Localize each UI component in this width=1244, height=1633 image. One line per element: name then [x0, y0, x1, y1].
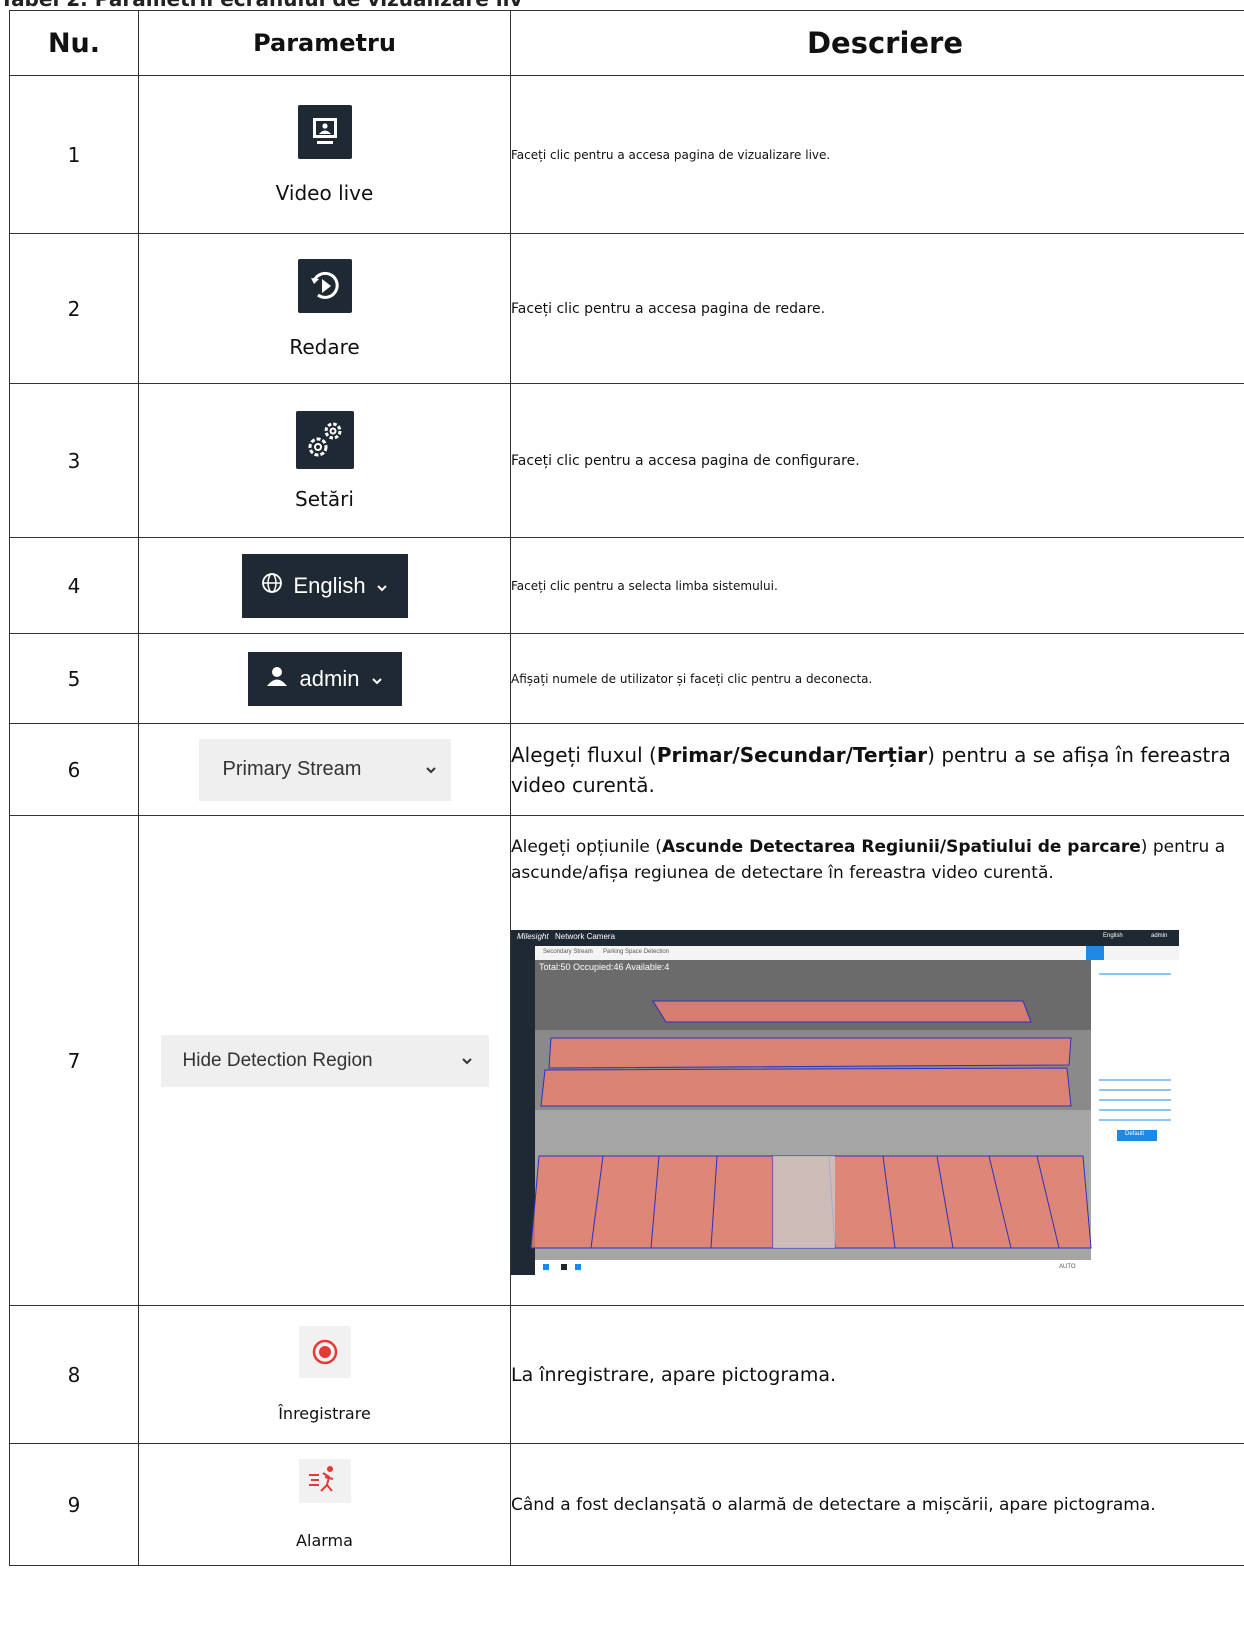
- chevron-down-icon: [376, 573, 388, 599]
- header-number: Nu.: [9, 10, 139, 76]
- table-row: 7 Hide Detection Region Alegeți opțiunil…: [9, 815, 1244, 1306]
- parameter-label: Redare: [289, 334, 360, 359]
- gears-icon[interactable]: [295, 410, 354, 469]
- row-number: 8: [9, 1305, 139, 1444]
- user-icon: [266, 665, 288, 693]
- record-icon: [298, 1326, 351, 1378]
- detection-region-label: Hide Detection Region: [182, 1049, 373, 1071]
- language-label: English: [293, 572, 366, 598]
- row-number: 3: [9, 383, 139, 538]
- table-row: 5 admin Afișați numele de utilizator și: [9, 633, 1244, 724]
- parameter-cell: Primary Stream: [138, 723, 511, 816]
- screenshot-auto: AUTO: [1059, 1264, 1076, 1270]
- chevron-down-icon: [371, 666, 383, 692]
- row-number: 1: [9, 75, 139, 234]
- chevron-down-icon: [425, 758, 437, 781]
- table-row: 2 Redare Faceți clic pentru a accesa pag…: [9, 233, 1244, 384]
- description-cell: Faceți clic pentru a selecta limba siste…: [510, 537, 1244, 634]
- parameter-cell: Redare: [138, 233, 511, 384]
- user-button[interactable]: admin: [247, 651, 402, 706]
- globe-icon: [261, 572, 283, 600]
- parameter-cell: Setări: [138, 383, 511, 538]
- table-row: 3 Setări Faceți clic pentru a accesa pag…: [9, 383, 1244, 538]
- description-cell: Când a fost declanșată o alarmă de detec…: [510, 1443, 1244, 1566]
- header-description: Descriere: [510, 10, 1244, 76]
- parameter-cell: Video live: [138, 75, 511, 234]
- screenshot-title: Network Camera: [555, 932, 616, 941]
- chevron-down-icon: [461, 1050, 473, 1072]
- table-row: 8 Înregistrare La înregistrare, apare pi…: [9, 1305, 1244, 1444]
- description-cell: Faceți clic pentru a accesa pagina de co…: [510, 383, 1244, 538]
- description-text: Alegeți opțiunile (Ascunde Detectarea Re…: [511, 837, 1226, 883]
- parameter-cell: English: [138, 537, 511, 634]
- table-row: 6 Primary Stream Alegeți fluxul (Primar/…: [9, 723, 1244, 816]
- screenshot-user: admin: [1151, 933, 1168, 939]
- description-cell: La înregistrare, apare pictograma.: [510, 1305, 1244, 1444]
- description-cell: Faceți clic pentru a accesa pagina de vi…: [510, 75, 1244, 234]
- screenshot-stream: Secondary Stream: [543, 949, 593, 955]
- parameter-label: Setări: [295, 486, 354, 511]
- screenshot-default-button: Default: [1125, 1131, 1145, 1137]
- screenshot-brand: Milesight: [517, 932, 549, 941]
- row-number: 6: [9, 723, 139, 816]
- row-number: 4: [9, 537, 139, 634]
- table-row: 1 Video live Faceți clic pentru a accesa…: [9, 75, 1244, 234]
- description-cell: Afișați numele de utilizator și faceți c…: [510, 633, 1244, 724]
- screenshot-overlay: Total:50 Occupied:46 Available:4: [539, 962, 670, 972]
- language-button[interactable]: English: [241, 553, 408, 618]
- parameter-label: Video live: [275, 180, 374, 205]
- parameter-cell: Înregistrare: [138, 1305, 511, 1444]
- parameter-cell: Hide Detection Region: [138, 815, 511, 1306]
- parameter-label: Înregistrare: [278, 1404, 371, 1423]
- playback-icon[interactable]: [297, 258, 352, 313]
- camera-ui-screenshot: Milesight Network Camera English admin S…: [511, 930, 1179, 1275]
- stream-dropdown[interactable]: Primary Stream: [198, 738, 451, 801]
- detection-region-dropdown[interactable]: Hide Detection Region: [160, 1034, 489, 1087]
- table-row: 9 Alarma Când a fost declanșată o alarmă…: [9, 1443, 1244, 1566]
- description-cell: Alegeți fluxul (Primar/Secundar/Terțiar)…: [510, 723, 1244, 816]
- motion-alarm-icon: [298, 1459, 351, 1503]
- screenshot-lang: English: [1103, 933, 1123, 939]
- parameter-label: Alarma: [296, 1531, 353, 1550]
- description-cell: Alegeți opțiunile (Ascunde Detectarea Re…: [510, 815, 1244, 1306]
- row-number: 5: [9, 633, 139, 724]
- screenshot-mode: Parking Space Detection: [603, 949, 670, 955]
- parameter-table: Nu. Parametru Descriere 1 Video live Fac…: [9, 10, 1244, 1566]
- header-parameter: Parametru: [138, 10, 511, 76]
- stream-dropdown-label: Primary Stream: [222, 758, 362, 780]
- row-number: 7: [9, 815, 139, 1306]
- parameter-cell: Alarma: [138, 1443, 511, 1566]
- description-cell: Faceți clic pentru a accesa pagina de re…: [510, 233, 1244, 384]
- row-number: 2: [9, 233, 139, 384]
- parameter-cell: admin: [138, 633, 511, 724]
- row-number: 9: [9, 1443, 139, 1566]
- monitor-icon[interactable]: [297, 104, 352, 159]
- table-row: 4 English Faceți clic pentru a selecta l…: [9, 537, 1244, 634]
- username-label: admin: [299, 665, 360, 691]
- table-header-row: Nu. Parametru Descriere: [9, 10, 1244, 76]
